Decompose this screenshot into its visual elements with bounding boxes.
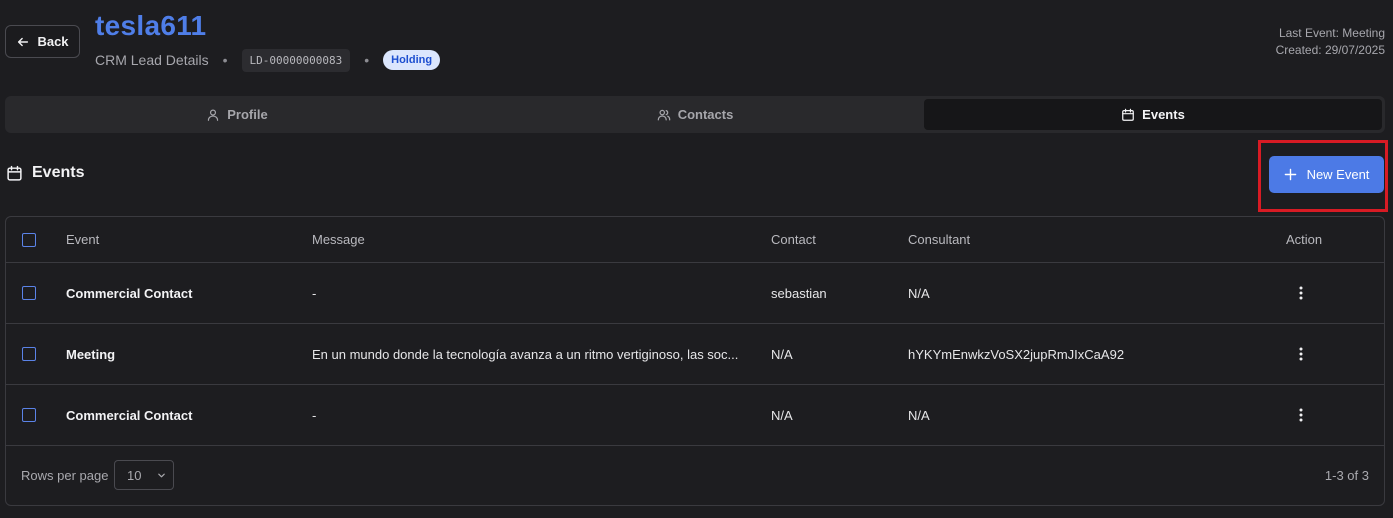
events-table: Event Message Contact Consultant Action …: [5, 216, 1385, 506]
separator-dot: •: [364, 52, 370, 68]
section-header: Events: [6, 164, 84, 182]
section-title: Events: [32, 164, 85, 181]
message-cell: -: [312, 285, 317, 301]
column-header-contact[interactable]: Contact: [771, 232, 891, 247]
row-actions-button[interactable]: [1291, 283, 1311, 303]
tab-events[interactable]: Events: [924, 99, 1382, 130]
tab-label: Events: [1142, 107, 1185, 122]
arrow-left-icon: [18, 37, 29, 46]
consultant-cell: N/A: [908, 285, 930, 301]
lead-meta: Last Event: Meeting Created: 29/07/2025: [1276, 25, 1385, 59]
status-badge: Holding: [383, 50, 441, 70]
lead-subline: CRM Lead Details • LD-00000000083 • Hold…: [95, 47, 441, 73]
tab-label: Profile: [227, 107, 268, 122]
back-button[interactable]: Back: [5, 25, 80, 58]
calendar-icon: [1122, 108, 1135, 121]
column-header-event[interactable]: Event: [66, 232, 296, 247]
table-header-row: Event Message Contact Consultant Action: [6, 217, 1384, 263]
event-cell: Commercial Contact: [66, 285, 193, 301]
column-header-consultant[interactable]: Consultant: [908, 232, 1258, 247]
user-icon: [208, 108, 219, 121]
rows-per-page-label: Rows per page: [21, 468, 109, 483]
plus-icon: [1284, 168, 1296, 181]
row-actions-button[interactable]: [1291, 405, 1311, 425]
message-cell: -: [312, 407, 317, 423]
pagination-range: 1-3 of 3: [1324, 468, 1369, 483]
last-event-text: Last Event: Meeting: [1278, 26, 1385, 40]
consultant-cell: N/A: [908, 407, 930, 423]
page-title: tesla611: [95, 10, 207, 41]
table-row[interactable]: Commercial Contact - N/A N/A: [6, 385, 1384, 446]
tab-profile[interactable]: Profile: [8, 99, 466, 130]
new-event-button[interactable]: New Event: [1269, 156, 1384, 193]
lead-id-chip: LD-00000000083: [241, 48, 351, 72]
rows-per-page-select[interactable]: 10: [114, 460, 174, 490]
tab-contacts[interactable]: Contacts: [466, 99, 924, 130]
row-checkbox[interactable]: [22, 347, 36, 361]
row-actions-button[interactable]: [1291, 344, 1311, 364]
more-vertical-icon: [1299, 286, 1303, 300]
row-checkbox[interactable]: [22, 408, 36, 422]
row-checkbox[interactable]: [22, 286, 36, 300]
calendar-icon: [7, 165, 22, 181]
more-vertical-icon: [1299, 408, 1303, 422]
table-row[interactable]: Commercial Contact - sebastian N/A: [6, 263, 1384, 324]
more-vertical-icon: [1299, 347, 1303, 361]
users-icon: [657, 109, 670, 120]
contact-cell: N/A: [771, 346, 793, 362]
table-footer: Rows per page 10 1-3 of 3: [6, 445, 1384, 505]
tab-bar: Profile Contacts Events: [5, 96, 1385, 133]
tab-label: Contacts: [677, 107, 734, 122]
chevron-down-icon: [158, 473, 166, 477]
event-cell: Meeting: [66, 346, 116, 362]
separator-dot: •: [222, 52, 228, 68]
contact-cell: N/A: [771, 407, 793, 423]
event-cell: Commercial Contact: [66, 407, 193, 423]
page-subtitle: CRM Lead Details: [95, 52, 209, 68]
back-button-label: Back: [37, 34, 69, 49]
contact-cell: sebastian: [771, 285, 827, 301]
table-row[interactable]: Meeting En un mundo donde la tecnología …: [6, 324, 1384, 385]
message-cell: En un mundo donde la tecnología avanza a…: [312, 346, 739, 362]
column-header-action: Action: [1286, 232, 1323, 247]
rows-per-page-value: 10: [127, 467, 142, 483]
column-header-message[interactable]: Message: [312, 232, 742, 247]
created-date-text: Created: 29/07/2025: [1275, 43, 1385, 57]
consultant-cell: hYKYmEnwkzVoSX2jupRmJIxCaA92: [908, 346, 1125, 362]
select-all-checkbox[interactable]: [22, 232, 36, 247]
new-event-label: New Event: [1306, 167, 1370, 182]
